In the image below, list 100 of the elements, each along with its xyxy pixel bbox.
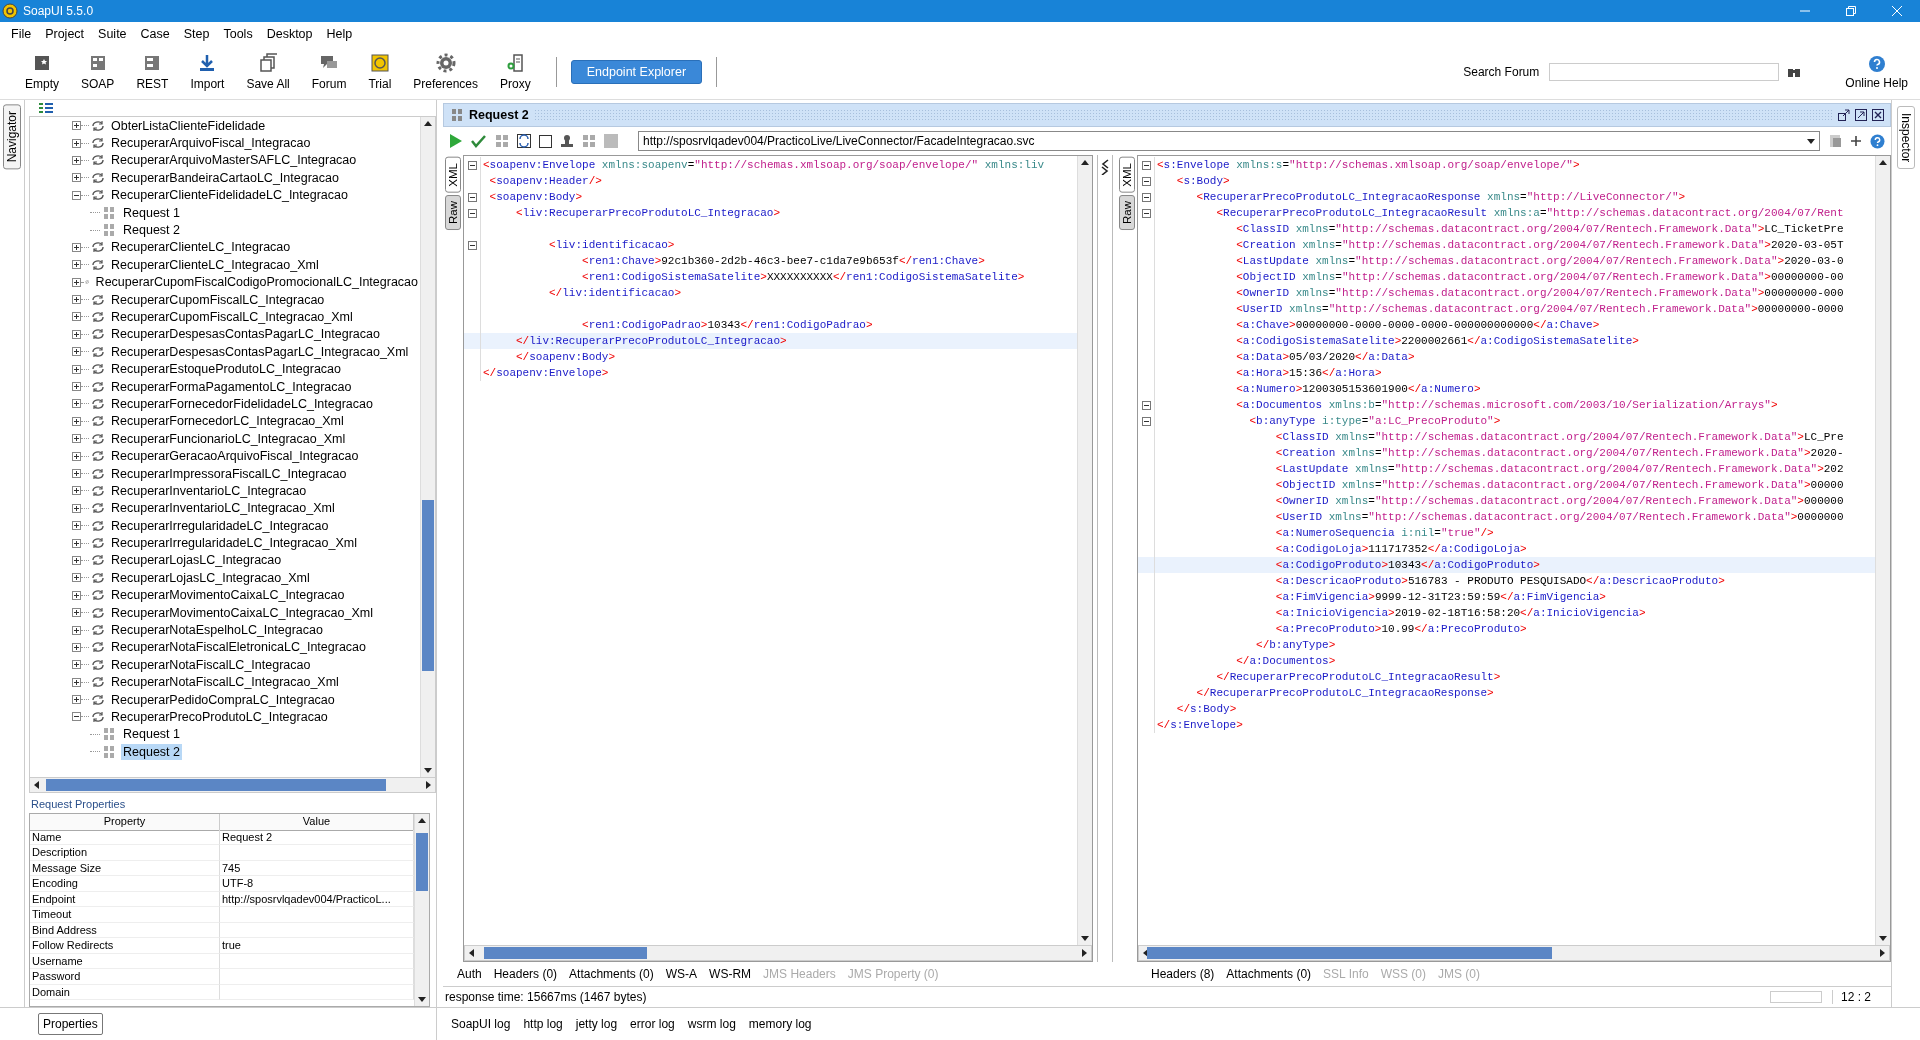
page-icon[interactable] <box>1828 134 1842 148</box>
expand-toggle-icon[interactable] <box>72 416 81 426</box>
expand-toggle-icon[interactable] <box>72 364 81 374</box>
expand-toggle-icon[interactable] <box>72 190 81 200</box>
expand-toggle-icon[interactable] <box>72 242 81 252</box>
editor-tab[interactable]: XML <box>1119 157 1135 193</box>
tree-item[interactable]: RecuperarClienteLC_Integracao_Xml <box>109 256 321 273</box>
tree-item[interactable]: RecuperarMovimentoCaixaLC_Integracao <box>109 587 347 604</box>
maximize-icon[interactable] <box>1855 109 1867 121</box>
panel-tab[interactable]: Attachments (0) <box>1226 967 1312 981</box>
tree-item[interactable]: RecuperarFuncionarioLC_Integracao_Xml <box>109 430 348 447</box>
endpoint-field[interactable]: http://sposrvlqadev004/PracticoLive/LiveConnector/FacadeIntegracao.svc <box>638 131 1820 151</box>
vertical-scrollbar[interactable] <box>1077 156 1092 945</box>
tree-item[interactable]: RecuperarFornecedorLC_Integracao_Xml <box>109 413 346 430</box>
expand-toggle-icon[interactable] <box>72 173 81 183</box>
collapse-icon[interactable] <box>467 208 477 218</box>
tree-item[interactable]: RecuperarClienteFidelidadeLC_Integracao <box>109 187 350 204</box>
toolbar-button[interactable]: Import <box>179 53 236 91</box>
toolbar-button[interactable]: Trial <box>357 53 403 91</box>
tree-item[interactable]: RecuperarCupomFiscalLC_Integracao_Xml <box>109 309 355 325</box>
log-tab[interactable]: error log <box>630 1017 675 1031</box>
menu-item[interactable]: Step <box>176 26 217 41</box>
tree-item[interactable]: RecuperarInventarioLC_Integracao_Xml <box>109 500 337 517</box>
checkmark-icon[interactable] <box>471 133 487 149</box>
menu-item[interactable]: File <box>4 26 39 41</box>
expand-toggle-icon[interactable] <box>72 538 81 548</box>
menu-item[interactable]: Suite <box>91 26 134 41</box>
log-tab[interactable]: wsrm log <box>687 1017 736 1031</box>
tree-item[interactable]: RecuperarLojasLC_Integracao <box>109 552 284 569</box>
collapse-icon[interactable] <box>467 240 477 250</box>
tree-item[interactable]: RecuperarLojasLC_Integracao_Xml <box>109 569 312 586</box>
vertical-scrollbar[interactable] <box>420 117 435 777</box>
tree-item[interactable]: Request 1 <box>121 204 182 221</box>
collapse-icon[interactable] <box>1141 416 1151 426</box>
tree-item[interactable]: RecuperarPrecoProdutoLC_Integracao <box>109 708 330 725</box>
menu-item[interactable]: Case <box>133 26 177 41</box>
plus-icon[interactable] <box>1850 135 1862 147</box>
tree-item[interactable]: RecuperarNotaEspelhoLC_Integracao <box>109 622 325 638</box>
tree-item[interactable]: RecuperarMovimentoCaixaLC_Integracao_Xml <box>109 604 375 621</box>
expand-toggle-icon[interactable] <box>72 434 81 444</box>
expand-toggle-icon[interactable] <box>72 712 81 722</box>
expand-toggle-icon[interactable] <box>72 608 81 618</box>
expand-toggle-icon[interactable] <box>72 469 81 478</box>
tree-item[interactable]: RecuperarDespesasContasPagarLC_Integracao_Xml <box>109 343 411 360</box>
expand-toggle-icon[interactable] <box>72 260 81 270</box>
expand-toggle-icon[interactable] <box>72 329 81 339</box>
expand-toggle-icon[interactable] <box>72 555 81 565</box>
expand-toggle-icon[interactable] <box>72 155 81 165</box>
column-header[interactable]: Value <box>220 814 414 831</box>
list-view-icon[interactable] <box>39 103 53 113</box>
log-tab[interactable]: SoapUI log <box>451 1017 511 1031</box>
collapse-icon[interactable] <box>1141 176 1151 186</box>
expand-toggle-icon[interactable] <box>72 382 81 392</box>
panel-tab[interactable]: WS-RM <box>709 967 752 981</box>
tree-item[interactable]: RecuperarDespesasContasPagarLC_Integracao <box>109 326 382 343</box>
horizontal-scrollbar[interactable] <box>29 777 436 793</box>
horizontal-scrollbar[interactable] <box>1138 945 1890 961</box>
tree-item[interactable]: Request 2 <box>121 743 182 760</box>
online-help-button[interactable]: Online Help <box>1841 54 1912 90</box>
tree-item[interactable]: RecuperarCupomFiscalLC_Integracao <box>109 291 327 308</box>
collapse-icon[interactable] <box>1141 192 1151 202</box>
menu-item[interactable]: Project <box>38 26 92 41</box>
toolbar-button[interactable]: Preferences <box>402 53 490 91</box>
tree-item[interactable]: RecuperarArquivoFiscal_Integracao <box>109 135 313 152</box>
expand-toggle-icon[interactable] <box>72 677 81 687</box>
vertical-scrollbar[interactable] <box>1875 156 1890 945</box>
tree-item[interactable]: RecuperarEstoqueProdutoLC_Integracao <box>109 361 343 378</box>
column-header[interactable]: Property <box>30 814 220 831</box>
tree-item[interactable]: RecuperarCupomFiscalCodigoPromocionalLC_Integracao <box>93 274 420 291</box>
expand-toggle-icon[interactable] <box>72 625 81 635</box>
tree-item[interactable]: Request 1 <box>121 726 182 743</box>
toolbar-button[interactable]: Empty <box>14 53 70 91</box>
tree-item[interactable]: RecuperarFormaPagamentoLC_Integracao <box>109 378 354 395</box>
panel-tab[interactable]: Auth <box>457 967 482 981</box>
tree-item[interactable]: RecuperarArquivoMasterSAFLC_Integracao <box>109 152 359 169</box>
expand-toggle-icon[interactable] <box>72 277 81 287</box>
tree-item[interactable]: RecuperarClienteLC_Integracao <box>109 239 293 256</box>
expand-toggle-icon[interactable] <box>72 486 81 496</box>
panel-tab[interactable]: Headers (0) <box>493 967 558 981</box>
expand-toggle-icon[interactable] <box>72 503 81 513</box>
search-field[interactable] <box>1549 63 1780 81</box>
tree-item[interactable]: RecuperarPedidoCompraLC_Integracao <box>109 691 337 708</box>
tree-item[interactable]: RecuperarNotaFiscalEletronicaLC_Integracao <box>109 639 368 656</box>
expand-toggle-icon[interactable] <box>72 451 81 461</box>
expand-toggle-icon[interactable] <box>72 573 81 583</box>
log-tab[interactable]: memory log <box>748 1017 812 1031</box>
expand-toggle-icon[interactable] <box>72 121 81 131</box>
editor-tab[interactable]: Raw <box>445 194 461 230</box>
tree-item[interactable]: RecuperarImpressoraFiscalLC_Integracao <box>109 465 349 482</box>
help-icon[interactable] <box>1870 133 1885 149</box>
menu-item[interactable]: Help <box>319 26 360 41</box>
tree-item[interactable]: RecuperarIrregularidadeLC_Integracao_Xml <box>109 535 359 552</box>
tree-item[interactable]: Request 2 <box>121 222 182 239</box>
panel-tab[interactable]: Attachments (0) <box>569 967 654 981</box>
panel-tab[interactable]: Headers (8) <box>1151 967 1215 981</box>
play-icon[interactable] <box>449 133 463 149</box>
tree-item[interactable]: RecuperarInventarioLC_Integracao <box>109 482 309 499</box>
tree-item[interactable]: RecuperarBandeiraCartaoLC_Integracao <box>109 169 341 186</box>
expand-toggle-icon[interactable] <box>72 295 81 305</box>
close-icon[interactable] <box>1872 109 1884 121</box>
